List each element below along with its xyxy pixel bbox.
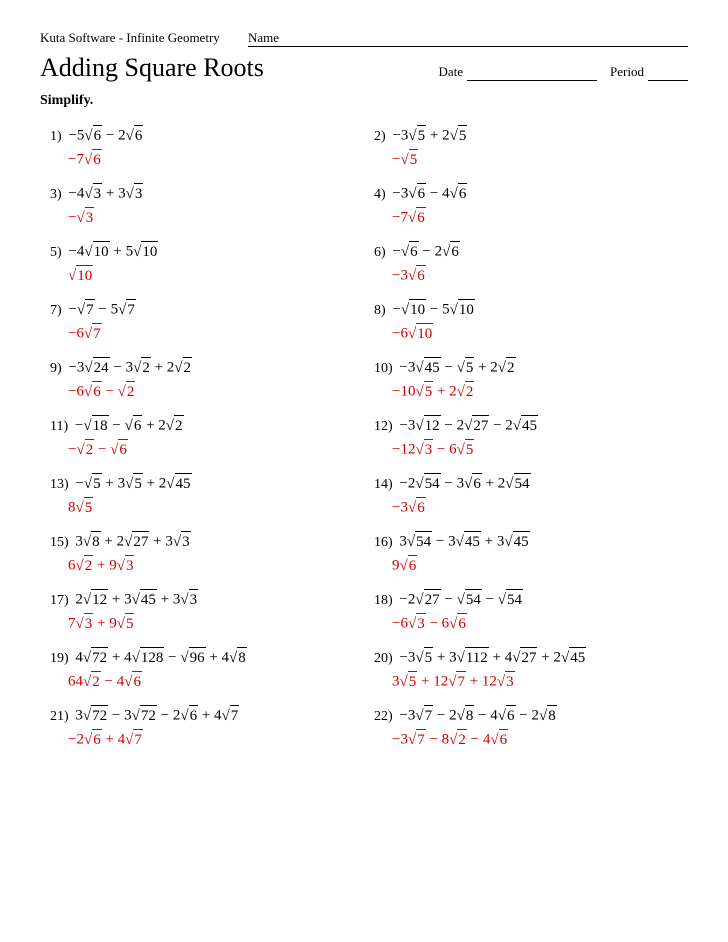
problem-cell: 3) −4√3 + 3√3−√3 (40, 177, 364, 235)
problem-question: 21) 3√72 − 3√72 − 2√6 + 4√7 (50, 705, 354, 727)
problem-answer: −6√10 (392, 323, 678, 345)
problem-cell: 1) −5√6 − 2√6−7√6 (40, 119, 364, 177)
problem-cell: 10) −3√45 − √5 + 2√2−10√5 + 2√2 (364, 351, 688, 409)
problem-cell: 12) −3√12 − 2√27 − 2√45−12√3 − 6√5 (364, 409, 688, 467)
title-date-row: Adding Square Roots Date Period (40, 53, 688, 83)
problem-answer: −3√7 − 8√2 − 4√6 (392, 729, 678, 751)
problem-cell: 9) −3√24 − 3√2 + 2√2−6√6 − √2 (40, 351, 364, 409)
problem-question: 16) 3√54 − 3√45 + 3√45 (374, 531, 678, 553)
simplify-label: Simplify. (40, 93, 688, 109)
problem-question: 18) −2√27 − √54 − √54 (374, 589, 678, 611)
problem-cell: 5) −4√10 + 5√10√10 (40, 235, 364, 293)
problem-question: 9) −3√24 − 3√2 + 2√2 (50, 357, 354, 379)
problem-cell: 11) −√18 − √6 + 2√2−√2 − √6 (40, 409, 364, 467)
problem-answer: −10√5 + 2√2 (392, 381, 678, 403)
problem-cell: 18) −2√27 − √54 − √54−6√3 − 6√6 (364, 583, 688, 641)
problem-answer: −7√6 (68, 149, 354, 171)
problem-question: 4) −3√6 − 4√6 (374, 183, 678, 205)
problem-answer: √10 (68, 265, 354, 287)
problem-answer: 8√5 (68, 497, 354, 519)
header-top: Kuta Software - Infinite Geometry Name (40, 30, 688, 47)
problem-question: 3) −4√3 + 3√3 (50, 183, 354, 205)
problem-question: 8) −√10 − 5√10 (374, 299, 678, 321)
problem-answer: −6√7 (68, 323, 354, 345)
problem-question: 15) 3√8 + 2√27 + 3√3 (50, 531, 354, 553)
problem-answer: −12√3 − 6√5 (392, 439, 678, 461)
problem-question: 2) −3√5 + 2√5 (374, 125, 678, 147)
problem-question: 12) −3√12 − 2√27 − 2√45 (374, 415, 678, 437)
problem-answer: −√3 (68, 207, 354, 229)
problem-answer: −6√3 − 6√6 (392, 613, 678, 635)
problem-cell: 15) 3√8 + 2√27 + 3√36√2 + 9√3 (40, 525, 364, 583)
problem-answer: −√2 − √6 (68, 439, 354, 461)
problem-cell: 19) 4√72 + 4√128 − √96 + 4√864√2 − 4√6 (40, 641, 364, 699)
problem-answer: −6√6 − √2 (68, 381, 354, 403)
problem-cell: 21) 3√72 − 3√72 − 2√6 + 4√7−2√6 + 4√7 (40, 699, 364, 757)
problem-question: 6) −√6 − 2√6 (374, 241, 678, 263)
problem-question: 5) −4√10 + 5√10 (50, 241, 354, 263)
problem-answer: −3√6 (392, 265, 678, 287)
problem-cell: 4) −3√6 − 4√6−7√6 (364, 177, 688, 235)
problem-question: 11) −√18 − √6 + 2√2 (50, 415, 354, 437)
problem-cell: 22) −3√7 − 2√8 − 4√6 − 2√8−3√7 − 8√2 − 4… (364, 699, 688, 757)
problem-answer: 64√2 − 4√6 (68, 671, 354, 693)
problem-question: 22) −3√7 − 2√8 − 4√6 − 2√8 (374, 705, 678, 727)
problem-cell: 16) 3√54 − 3√45 + 3√459√6 (364, 525, 688, 583)
problem-answer: 7√3 + 9√5 (68, 613, 354, 635)
problem-question: 14) −2√54 − 3√6 + 2√54 (374, 473, 678, 495)
problem-question: 19) 4√72 + 4√128 − √96 + 4√8 (50, 647, 354, 669)
page-title: Adding Square Roots (40, 53, 264, 83)
problem-answer: −7√6 (392, 207, 678, 229)
problem-answer: −√5 (392, 149, 678, 171)
date-period: Date Period (439, 64, 689, 81)
problem-question: 7) −√7 − 5√7 (50, 299, 354, 321)
problem-cell: 7) −√7 − 5√7−6√7 (40, 293, 364, 351)
software-name: Kuta Software - Infinite Geometry (40, 30, 220, 46)
problem-question: 10) −3√45 − √5 + 2√2 (374, 357, 678, 379)
problem-cell: 6) −√6 − 2√6−3√6 (364, 235, 688, 293)
name-field: Name (248, 30, 688, 47)
problem-answer: −2√6 + 4√7 (68, 729, 354, 751)
problem-answer: −3√6 (392, 497, 678, 519)
problem-question: 20) −3√5 + 3√112 + 4√27 + 2√45 (374, 647, 678, 669)
problem-cell: 2) −3√5 + 2√5−√5 (364, 119, 688, 177)
problem-answer: 6√2 + 9√3 (68, 555, 354, 577)
problem-cell: 20) −3√5 + 3√112 + 4√27 + 2√453√5 + 12√7… (364, 641, 688, 699)
problem-answer: 9√6 (392, 555, 678, 577)
problem-question: 1) −5√6 − 2√6 (50, 125, 354, 147)
problems-grid: 1) −5√6 − 2√6−7√62) −3√5 + 2√5−√53) −4√3… (40, 119, 688, 757)
problem-cell: 17) 2√12 + 3√45 + 3√37√3 + 9√5 (40, 583, 364, 641)
problem-cell: 14) −2√54 − 3√6 + 2√54−3√6 (364, 467, 688, 525)
problem-cell: 13) −√5 + 3√5 + 2√458√5 (40, 467, 364, 525)
problem-cell: 8) −√10 − 5√10−6√10 (364, 293, 688, 351)
problem-question: 13) −√5 + 3√5 + 2√45 (50, 473, 354, 495)
problem-answer: 3√5 + 12√7 + 12√3 (392, 671, 678, 693)
problem-question: 17) 2√12 + 3√45 + 3√3 (50, 589, 354, 611)
